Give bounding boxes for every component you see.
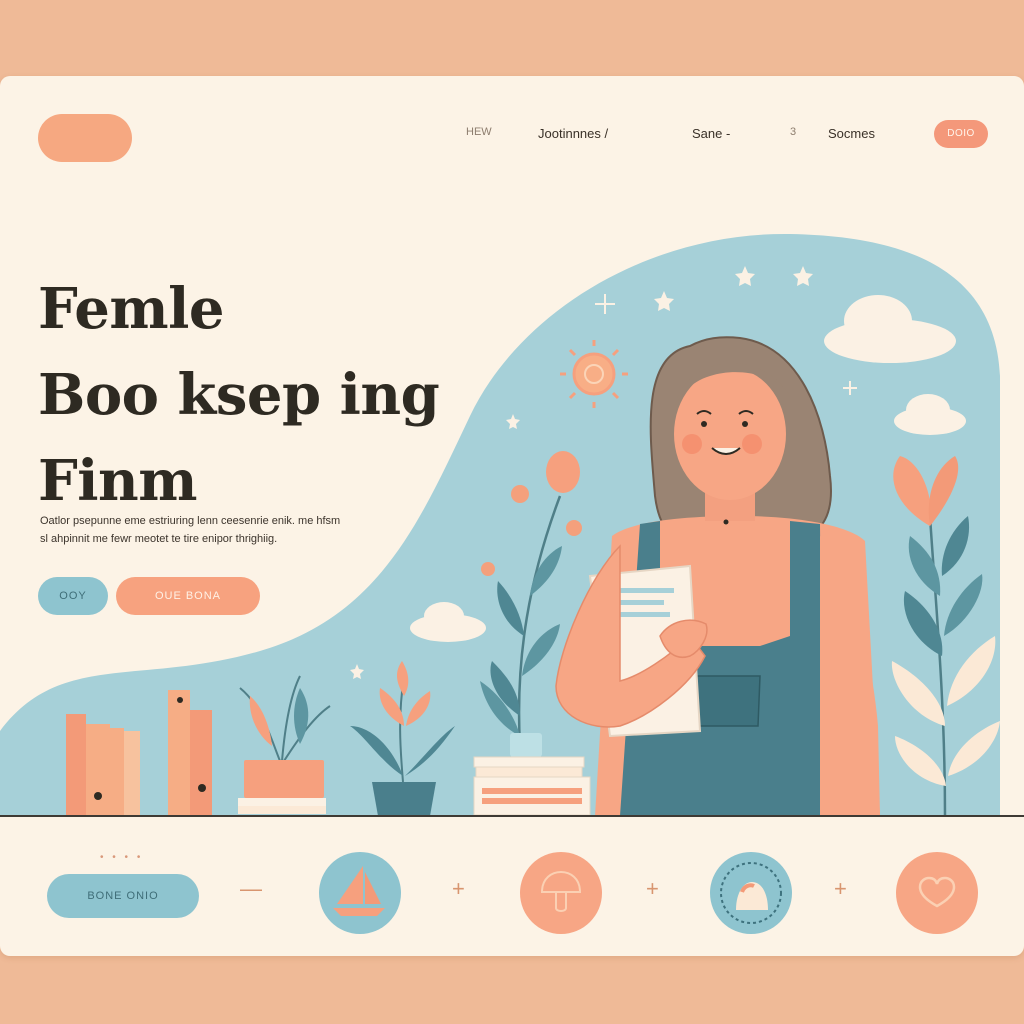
bottom-button[interactable]: BONE ONIO (47, 874, 199, 918)
feature-sailboat[interactable] (319, 852, 401, 934)
separator: + (452, 876, 465, 901)
hero-title: Femle Boo ksep ing Finm (38, 266, 440, 524)
hero-title-line: Boo ksep ing (38, 362, 440, 428)
rock-icon (720, 862, 782, 924)
feature-mushroom[interactable] (520, 852, 602, 934)
hero-description-line: Oatlor psepunne eme estriuring lenn cees… (40, 515, 341, 527)
hero-description-line: sl ahpinnit me fewr meotet te tire enipo… (40, 533, 278, 545)
landing-card: HEW Jootinnnes / Sane - 3 Socmes DOIO Fe… (0, 76, 1024, 956)
secondary-button[interactable]: OUE BONA (116, 577, 260, 615)
pagination-dots: • • • • (100, 852, 144, 863)
separator: + (646, 876, 659, 901)
separator: — (240, 876, 262, 901)
sailboat-icon (333, 866, 385, 916)
mushroom-icon (540, 870, 582, 912)
heart-icon (918, 876, 956, 908)
hero-description: Oatlor psepunne eme estriuring lenn cees… (40, 512, 430, 548)
primary-button[interactable]: OOY (38, 577, 108, 615)
separator: + (834, 876, 847, 901)
feature-rock[interactable] (710, 852, 792, 934)
feature-heart[interactable] (896, 852, 978, 934)
hero-title-line: Femle (38, 276, 224, 342)
